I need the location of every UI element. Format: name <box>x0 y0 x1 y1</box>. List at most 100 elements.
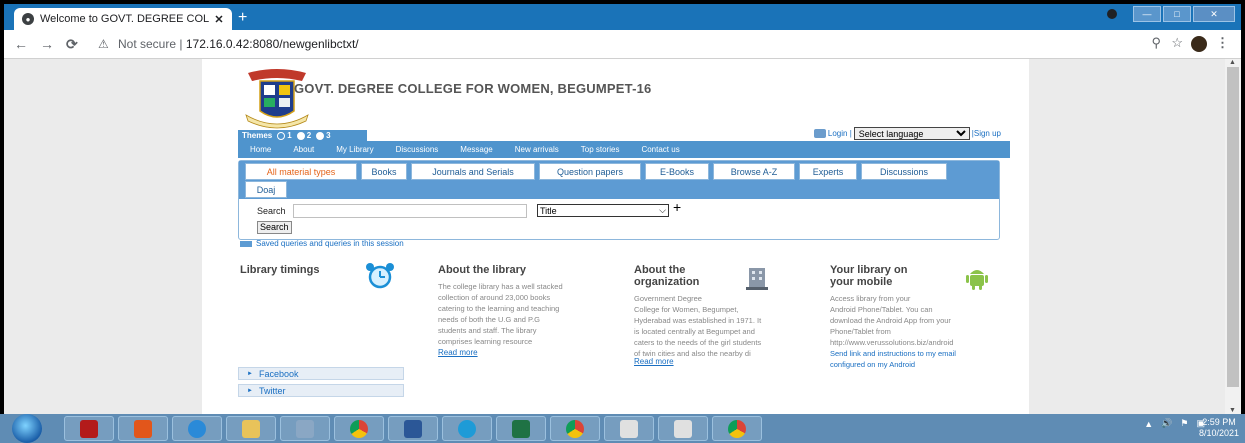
nav-home[interactable]: Home <box>250 145 271 154</box>
tab-experts[interactable]: Experts <box>799 163 857 180</box>
taskbar-chrome[interactable] <box>334 416 384 441</box>
warning-triangle-icon[interactable]: ⚠ <box>98 37 109 51</box>
taskbar-java-1[interactable] <box>604 416 654 441</box>
search-button[interactable]: Search <box>257 221 292 234</box>
login-link[interactable]: Login | <box>828 129 852 138</box>
theme-1-radio[interactable] <box>277 131 286 140</box>
system-clock[interactable]: 2:59 PM 8/10/2021 <box>1199 417 1239 439</box>
college-name: GOVT. DEGREE COLLEGE FOR WOMEN, BEGUMPET… <box>294 81 652 96</box>
facebook-link[interactable]: ► Facebook <box>238 367 404 380</box>
reload-icon[interactable]: ⟳ <box>66 36 78 53</box>
site-favicon-icon: ● <box>22 13 34 25</box>
browser-tab[interactable]: ● Welcome to GOVT. DEGREE COL ✕ <box>14 8 232 30</box>
mobile-line: http://www.verussolutions.biz/android <box>830 338 954 347</box>
chrome-icon <box>350 419 368 438</box>
tab-question-papers[interactable]: Question papers <box>539 163 641 180</box>
nav-about[interactable]: About <box>293 145 314 154</box>
tab-e-books[interactable]: E-Books <box>645 163 709 180</box>
search-field-select[interactable]: Title ⌵ <box>537 204 669 217</box>
taskbar-java-2[interactable] <box>658 416 708 441</box>
back-arrow-icon[interactable]: ← <box>14 36 28 52</box>
theme-1-label: 1 <box>287 131 292 140</box>
profile-avatar[interactable] <box>1191 36 1207 52</box>
taskbar-ie[interactable] <box>172 416 222 441</box>
search-panel: All material types Books Journals and Se… <box>238 160 1000 240</box>
saved-queries-text: Saved queries and queries in this sessio… <box>256 239 404 248</box>
volume-icon[interactable]: 🔊 <box>1161 418 1172 429</box>
about-library-read-more[interactable]: Read more <box>438 348 478 357</box>
language-select[interactable]: Select language <box>853 127 970 140</box>
about-line: students and staff. The library <box>438 326 537 335</box>
nav-my-library[interactable]: My Library <box>336 145 373 154</box>
clock-date: 8/10/2021 <box>1198 428 1239 438</box>
tab-doaj[interactable]: Doaj <box>245 181 287 198</box>
about-line: collection of around 23,000 books <box>438 293 551 302</box>
close-window-button[interactable]: ✕ <box>1193 6 1235 22</box>
theme-3-label: 3 <box>326 131 331 140</box>
tab-all-material-types[interactable]: All material types <box>245 163 357 180</box>
send-link[interactable]: Send link and instructions to my email c… <box>830 348 956 370</box>
vertical-scrollbar[interactable]: ▲ ▼ <box>1225 59 1241 414</box>
chrome-icon <box>566 419 584 438</box>
theme-2-radio[interactable] <box>296 131 305 140</box>
sign-up-link[interactable]: |Sign up <box>972 129 1001 138</box>
nav-top-stories[interactable]: Top stories <box>581 145 620 154</box>
about-line: The college library has a well stacked <box>438 282 563 291</box>
bookmark-star-icon[interactable]: ☆ <box>1171 35 1183 51</box>
forward-arrow-icon[interactable]: → <box>40 36 54 52</box>
scroll-down-icon[interactable]: ▼ <box>1229 407 1236 414</box>
college-logo <box>245 69 309 129</box>
tab-books[interactable]: Books <box>361 163 407 180</box>
maximize-button[interactable]: □ <box>1163 6 1191 22</box>
about-line: needs of both the U.G and P.G <box>438 315 541 324</box>
menu-dots-icon[interactable]: ⋮ <box>1216 35 1229 51</box>
minimize-button[interactable]: — <box>1133 6 1161 22</box>
theme-2-label: 2 <box>306 131 312 140</box>
building-icon <box>746 268 768 290</box>
about-org-text: Government Degree College for Women, Beg… <box>634 293 761 359</box>
calculator-icon <box>296 419 314 438</box>
add-search-row-button[interactable]: + <box>673 199 681 215</box>
taskbar-acrobat[interactable] <box>64 416 114 441</box>
scroll-thumb[interactable] <box>1227 67 1239 387</box>
nav-contact-us[interactable]: Contact us <box>641 145 679 154</box>
zoom-icon[interactable]: ⚲ <box>1151 35 1161 51</box>
mobile-line: Android Phone/Tablet. You can <box>830 305 933 314</box>
nav-discussions[interactable]: Discussions <box>396 145 439 154</box>
mobile-line: Access library from your <box>830 294 911 303</box>
search-label: Search <box>257 206 286 216</box>
nav-message[interactable]: Message <box>460 145 492 154</box>
taskbar-explorer[interactable] <box>226 416 276 441</box>
scroll-up-icon[interactable]: ▲ <box>1229 59 1236 66</box>
close-tab-icon[interactable]: ✕ <box>212 13 226 26</box>
taskbar-word[interactable] <box>388 416 438 441</box>
taskbar-chrome-3[interactable] <box>712 416 762 441</box>
taskbar-chrome-2[interactable] <box>550 416 600 441</box>
taskbar-edge[interactable] <box>442 416 492 441</box>
new-tab-button[interactable]: + <box>238 9 247 27</box>
tab-discussions[interactable]: Discussions <box>861 163 947 180</box>
nav-new-arrivals[interactable]: New arrivals <box>515 145 559 154</box>
folder-icon <box>242 419 260 438</box>
tray-expand-icon[interactable]: ▲ <box>1144 419 1153 429</box>
url-field[interactable]: Not secure | 172.16.0.42:8080/newgenlibc… <box>118 37 359 51</box>
tab-browse-a-z[interactable]: Browse A-Z <box>713 163 795 180</box>
about-org-read-more[interactable]: Read more <box>634 357 674 366</box>
about-line: comprises learning resource <box>438 337 533 346</box>
about-library-title: About the library <box>438 264 527 276</box>
twitter-link[interactable]: ► Twitter <box>238 384 404 397</box>
tab-journals-and-serials[interactable]: Journals and Serials <box>411 163 535 180</box>
taskbar-excel[interactable] <box>496 416 546 441</box>
search-input[interactable] <box>293 204 527 218</box>
taskbar-office[interactable] <box>118 416 168 441</box>
login-area: Login | Select language |Sign up <box>813 127 1001 140</box>
theme-3-radio[interactable] <box>316 131 325 140</box>
arrow-right-icon: ► <box>247 370 253 377</box>
excel-icon <box>512 419 530 438</box>
start-button[interactable] <box>12 414 42 443</box>
taskbar-calculator[interactable] <box>280 416 330 441</box>
saved-queries-link[interactable]: Saved queries and queries in this sessio… <box>240 239 404 248</box>
about-org-title-line: organization <box>634 276 700 288</box>
login-icon <box>813 129 826 138</box>
flag-icon[interactable]: ⚑ <box>1180 418 1188 429</box>
